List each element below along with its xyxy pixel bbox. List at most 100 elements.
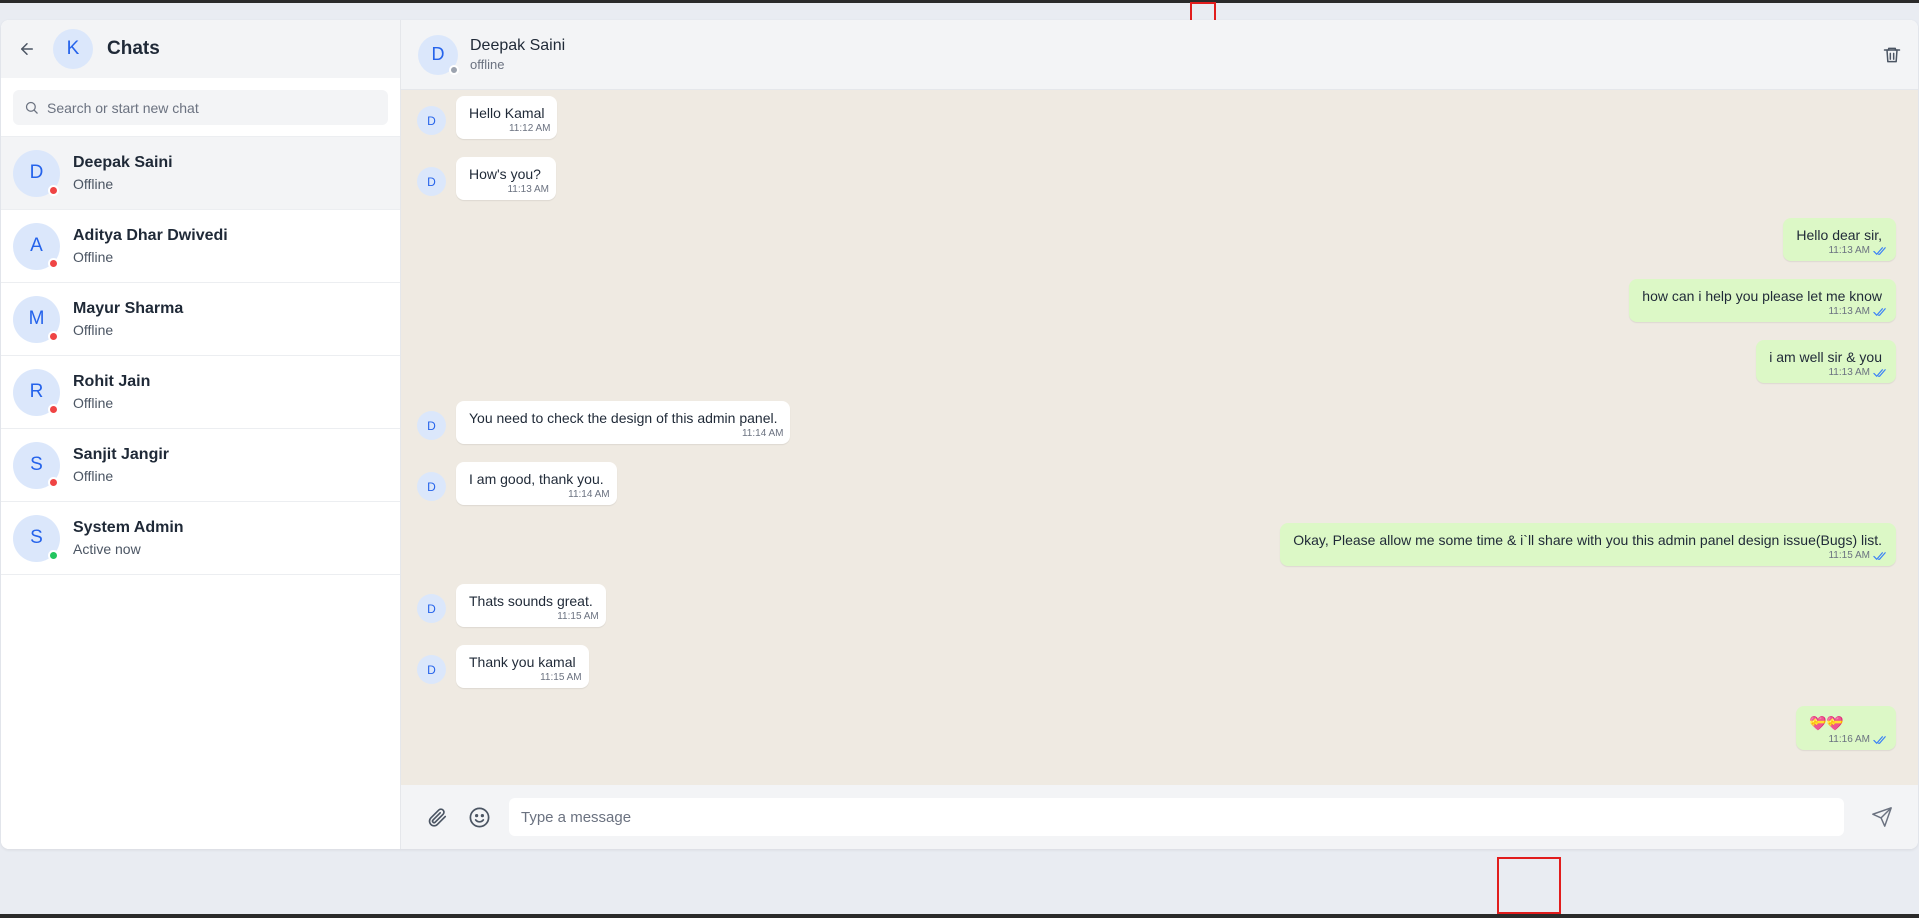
chat-app: K Chats D Deepak Saini Offline A Aditya Dhar… — [1, 20, 1918, 849]
contact-status: Offline — [73, 176, 114, 192]
send-button[interactable] — [1868, 803, 1896, 831]
message-time: 11:15 AM — [1828, 550, 1870, 561]
contact-item[interactable]: S System Admin Active now — [1, 502, 400, 575]
sender-avatar: D — [417, 655, 446, 684]
message-text: how can i help you please let me know — [1642, 288, 1882, 304]
contact-item[interactable]: R Rohit Jain Offline — [1, 356, 400, 429]
message-time: 11:15 AM — [540, 672, 582, 683]
read-receipt — [1873, 246, 1888, 256]
contact-text: Rohit Jain Offline — [73, 373, 150, 411]
message-text: i am well sir & you — [1769, 349, 1882, 365]
message-text: 💝💝 — [1809, 715, 1844, 731]
emoji-button[interactable] — [465, 803, 493, 831]
message-bubble[interactable]: i am well sir & you 11:13 AM — [1756, 340, 1896, 383]
chat-header: D Deepak Saini offline — [401, 20, 1918, 90]
send-icon — [1872, 807, 1892, 827]
incoming-message: D How's you? 11:13 AM — [417, 157, 1896, 218]
contact-text: Aditya Dhar Dwivedi Offline — [73, 227, 228, 265]
message-time: 11:13 AM — [1828, 245, 1870, 256]
double-check-icon — [1873, 551, 1886, 560]
chat-panel: D Deepak Saini offline D Hello Kamal 11:12… — [401, 20, 1918, 849]
incoming-message: D Thank you kamal 11:15 AM — [417, 645, 1896, 706]
message-time: 11:13 AM — [1828, 367, 1870, 378]
contact-avatar: R — [13, 368, 60, 416]
contact-status: Offline — [73, 395, 114, 411]
contact-item[interactable]: D Deepak Saini Offline — [1, 137, 400, 210]
message-meta: 11:13 AM — [1769, 367, 1888, 378]
message-bubble[interactable]: Hello Kamal 11:12 AM — [456, 96, 558, 139]
message-time: 11:16 AM — [1828, 734, 1870, 745]
message-meta: 11:13 AM — [1642, 306, 1888, 317]
message-time: 11:15 AM — [557, 611, 599, 622]
contact-list: D Deepak Saini Offline A Aditya Dhar Dwivedi… — [1, 137, 400, 849]
incoming-message: D You need to check the design of this ad… — [417, 401, 1896, 462]
message-bubble[interactable]: Okay, Please allow me some time & i`ll s… — [1280, 523, 1896, 566]
contact-info: Deepak Saini offline — [470, 37, 565, 72]
message-meta: 11:16 AM — [1809, 734, 1888, 745]
contact-avatar: S — [13, 514, 60, 562]
contact-status: offline — [470, 57, 505, 72]
message-meta: 11:15 AM — [469, 672, 582, 683]
message-text: How's you? — [469, 166, 541, 182]
contact-status: Offline — [73, 322, 114, 338]
message-bubble[interactable]: Thank you kamal 11:15 AM — [456, 645, 589, 688]
read-receipt — [1873, 368, 1888, 378]
contact-status: Active now — [73, 541, 141, 557]
message-bubble[interactable]: Thats sounds great. 11:15 AM — [456, 584, 606, 627]
message-bubble[interactable]: How's you? 11:13 AM — [456, 157, 556, 200]
status-dot — [449, 64, 459, 75]
message-text: Thats sounds great. — [469, 593, 593, 609]
contact-initial: D — [431, 44, 445, 64]
message-text: You need to check the design of this adm… — [469, 410, 778, 426]
contact-name: Deepak Saini — [73, 154, 173, 171]
outgoing-message: Hello dear sir, 11:13 AM — [417, 218, 1896, 279]
message-bubble[interactable]: Hello dear sir, 11:13 AM — [1783, 218, 1896, 261]
double-check-icon — [1873, 307, 1886, 316]
contact-item[interactable]: A Aditya Dhar Dwivedi Offline — [1, 210, 400, 283]
message-meta: 11:14 AM — [469, 428, 784, 439]
paperclip-icon — [428, 808, 447, 827]
my-avatar[interactable]: K — [53, 29, 93, 69]
search-icon — [25, 101, 38, 114]
contact-initial: S — [30, 454, 43, 475]
double-check-icon — [1873, 368, 1886, 377]
message-meta: 11:12 AM — [469, 123, 551, 134]
message-bubble[interactable]: 💝💝 11:16 AM — [1796, 706, 1896, 750]
sidebar-header: K Chats — [1, 20, 400, 78]
delete-chat-button[interactable] — [1880, 43, 1904, 67]
outgoing-message: how can i help you please let me know 11:… — [417, 279, 1896, 340]
message-bubble[interactable]: You need to check the design of this adm… — [456, 401, 791, 444]
attach-button[interactable] — [423, 803, 451, 831]
double-check-icon — [1873, 735, 1886, 744]
contact-initial: M — [28, 308, 45, 329]
contact-item[interactable]: M Mayur Sharma Offline — [1, 283, 400, 356]
incoming-message: D I am good, thank you. 11:14 AM — [417, 462, 1896, 523]
contact-name: System Admin — [73, 519, 184, 536]
message-text: Hello Kamal — [469, 105, 545, 121]
back-button[interactable] — [15, 37, 39, 61]
message-input[interactable] — [509, 798, 1844, 836]
smiley-icon — [469, 807, 489, 827]
search-input[interactable] — [47, 99, 377, 116]
message-bubble[interactable]: how can i help you please let me know 11:… — [1629, 279, 1896, 322]
contact-item[interactable]: S Sanjit Jangir Offline — [1, 429, 400, 502]
contact-avatar: S — [13, 441, 60, 489]
sender-avatar: D — [417, 411, 446, 440]
contact-text: System Admin Active now — [73, 519, 184, 557]
message-bubble[interactable]: I am good, thank you. 11:14 AM — [456, 462, 617, 505]
contact-name: Deepak Saini — [470, 37, 566, 54]
message-time: 11:14 AM — [568, 489, 610, 500]
contact-initial: A — [30, 235, 43, 256]
message-meta: 11:14 AM — [469, 489, 610, 500]
message-meta: 11:15 AM — [1293, 550, 1888, 561]
status-dot — [48, 476, 59, 488]
message-time: 11:12 AM — [508, 123, 551, 134]
search-section — [1, 78, 400, 137]
contact-name: Rohit Jain — [73, 373, 151, 390]
status-dot — [48, 330, 59, 342]
search-box — [13, 90, 388, 125]
contact-avatar[interactable]: D — [418, 34, 459, 75]
message-list[interactable]: D Hello Kamal 11:12 AM D How's you? 11:13 AM H… — [401, 90, 1918, 785]
message-text: Okay, Please allow me some time & i`ll s… — [1293, 532, 1882, 548]
contact-name: Sanjit Jangir — [73, 446, 170, 463]
